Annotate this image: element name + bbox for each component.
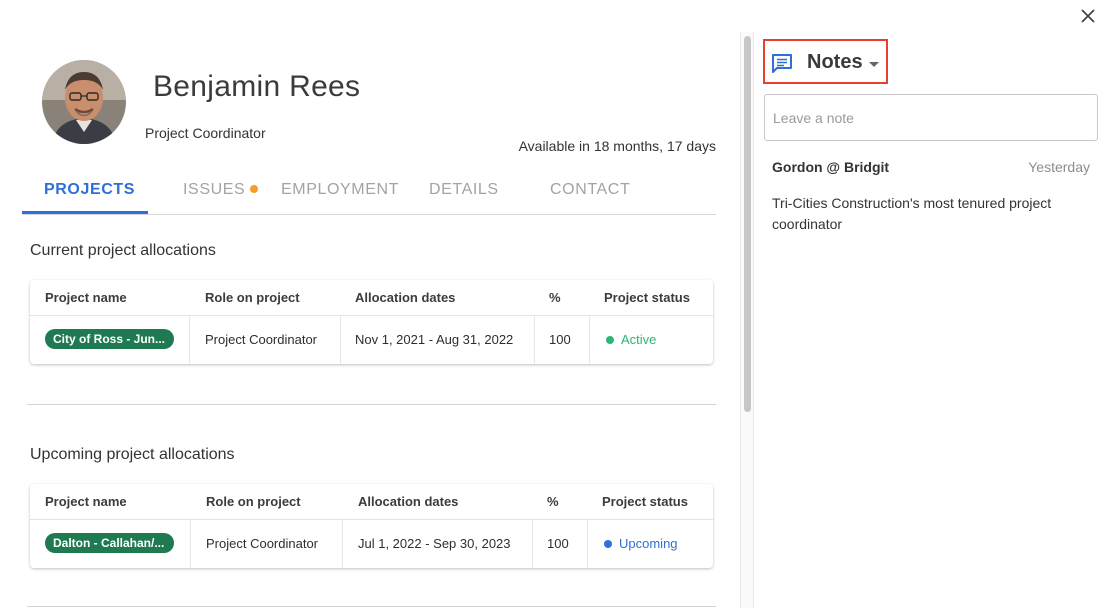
note-date: Yesterday bbox=[1028, 159, 1090, 175]
tab-contact[interactable]: CONTACT bbox=[550, 181, 630, 199]
column-header: Project status bbox=[604, 290, 690, 305]
project-chip[interactable]: City of Ross - Jun... bbox=[45, 329, 174, 349]
column-header: Allocation dates bbox=[355, 290, 456, 305]
scrollbar[interactable] bbox=[740, 32, 754, 608]
note-text: Tri-Cities Construction's most tenured p… bbox=[772, 195, 1052, 232]
section-divider bbox=[27, 606, 716, 607]
avatar bbox=[42, 60, 126, 144]
active-tab-underline bbox=[22, 211, 148, 214]
role-cell: Project Coordinator bbox=[205, 332, 317, 347]
tab-bar: PROJECTS ISSUES EMPLOYMENT DETAILS CONTA… bbox=[22, 170, 716, 215]
column-header: Role on project bbox=[206, 494, 301, 509]
tab-label: PROJECTS bbox=[44, 181, 136, 198]
tab-label: CONTACT bbox=[550, 181, 631, 198]
status-active-dot bbox=[606, 336, 614, 344]
column-divider bbox=[532, 520, 533, 568]
current-allocations-title: Current project allocations bbox=[30, 242, 216, 259]
status-upcoming-dot bbox=[604, 540, 612, 548]
tab-label: DETAILS bbox=[429, 181, 499, 198]
table-header: Project name Role on project Allocation … bbox=[30, 280, 713, 316]
tab-projects[interactable]: PROJECTS bbox=[44, 181, 135, 199]
section-divider bbox=[27, 404, 716, 405]
table-row[interactable]: City of Ross - Jun... Project Coordinato… bbox=[30, 316, 713, 364]
tab-employment[interactable]: EMPLOYMENT bbox=[281, 181, 399, 199]
column-divider bbox=[190, 520, 191, 568]
dates-cell: Jul 1, 2022 - Sep 30, 2023 bbox=[358, 536, 511, 551]
availability-text: Available in 18 months, 17 days bbox=[518, 138, 716, 154]
status-label: Active bbox=[621, 332, 657, 347]
notes-dropdown[interactable]: Notes bbox=[763, 39, 888, 84]
table-row[interactable]: Dalton - Callahan/... Project Coordinato… bbox=[30, 520, 713, 568]
current-allocations-table: Project name Role on project Allocation … bbox=[30, 280, 713, 364]
person-role: Project Coordinator bbox=[145, 125, 266, 141]
note-input[interactable] bbox=[764, 94, 1098, 141]
column-header: % bbox=[549, 290, 561, 305]
person-name: Benjamin Rees bbox=[153, 70, 361, 103]
upcoming-allocations-table: Project name Role on project Allocation … bbox=[30, 484, 713, 568]
tab-details[interactable]: DETAILS bbox=[429, 181, 499, 199]
issue-indicator-dot bbox=[250, 185, 259, 193]
close-button[interactable] bbox=[1076, 4, 1100, 28]
project-chip[interactable]: Dalton - Callahan/... bbox=[45, 533, 174, 553]
column-header: Allocation dates bbox=[358, 494, 459, 509]
column-header: Role on project bbox=[205, 290, 300, 305]
close-icon bbox=[1081, 9, 1095, 23]
status-label: Upcoming bbox=[619, 536, 678, 551]
upcoming-allocations-title: Upcoming project allocations bbox=[30, 446, 235, 463]
role-cell: Project Coordinator bbox=[206, 536, 318, 551]
column-divider bbox=[340, 316, 341, 364]
column-header: Project status bbox=[602, 494, 688, 509]
profile-panel: Benjamin Rees Project Coordinator Availa… bbox=[0, 0, 740, 608]
column-divider bbox=[189, 316, 190, 364]
notes-title: Notes bbox=[807, 51, 863, 73]
scrollbar-thumb[interactable] bbox=[744, 36, 751, 412]
status-badge: Upcoming bbox=[604, 536, 678, 551]
column-header: % bbox=[547, 494, 559, 509]
status-badge: Active bbox=[606, 332, 656, 347]
note-author: Gordon @ Bridgit bbox=[772, 159, 890, 175]
tab-label: ISSUES bbox=[183, 181, 246, 198]
column-header: Project name bbox=[45, 290, 127, 305]
tab-issues[interactable]: ISSUES bbox=[183, 181, 259, 199]
dates-cell: Nov 1, 2021 - Aug 31, 2022 bbox=[355, 332, 514, 347]
table-header: Project name Role on project Allocation … bbox=[30, 484, 713, 520]
column-divider bbox=[342, 520, 343, 568]
chat-bubble-icon bbox=[772, 54, 792, 73]
column-divider bbox=[589, 316, 590, 364]
column-divider bbox=[534, 316, 535, 364]
percent-cell: 100 bbox=[547, 536, 569, 551]
column-header: Project name bbox=[45, 494, 127, 509]
caret-down-icon bbox=[869, 62, 879, 67]
column-divider bbox=[587, 520, 588, 568]
percent-cell: 100 bbox=[549, 332, 571, 347]
tab-label: EMPLOYMENT bbox=[281, 181, 400, 198]
